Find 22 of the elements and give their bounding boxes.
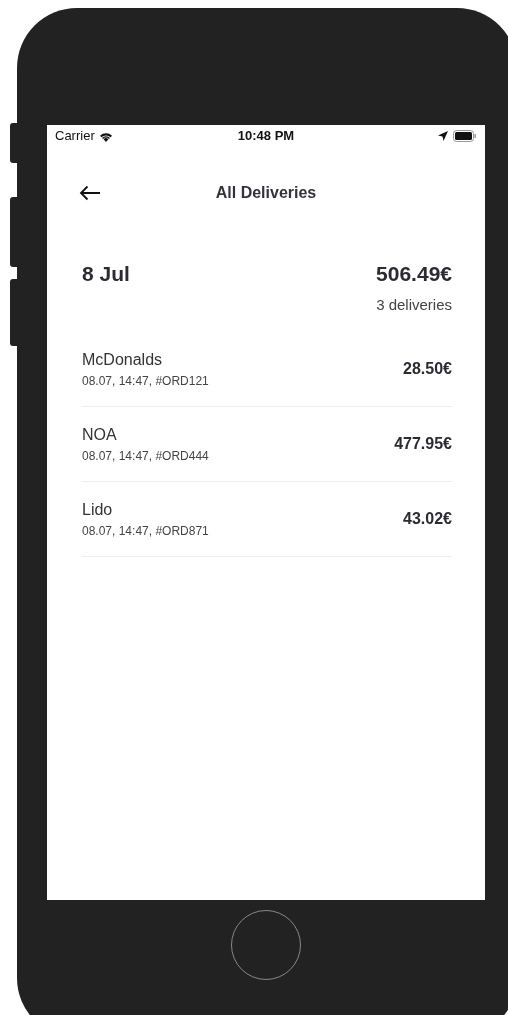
- wifi-icon: [98, 130, 113, 142]
- delivery-row[interactable]: Lido 08.07, 14:47, #ORD871 43.02€: [82, 482, 452, 557]
- delivery-row[interactable]: NOA 08.07, 14:47, #ORD444 477.95€: [82, 407, 452, 482]
- restaurant-name: Lido: [82, 500, 114, 520]
- delivery-amount: 28.50€: [403, 359, 452, 379]
- location-arrow-icon: [438, 131, 448, 141]
- order-details: 08.07, 14:47, #ORD444: [82, 448, 209, 465]
- delivery-count: 3 deliveries: [376, 294, 452, 315]
- restaurant-name: NOA: [82, 425, 118, 445]
- delivery-amount: 477.95€: [394, 434, 452, 454]
- delivery-row[interactable]: McDonalds 08.07, 14:47, #ORD121 28.50€: [82, 332, 452, 407]
- restaurant-name: McDonalds: [82, 350, 164, 370]
- day-total: 506.49€: [376, 261, 452, 287]
- back-arrow-icon: [79, 184, 101, 201]
- page-title: All Deliveries: [215, 182, 317, 203]
- day-date: 8 Jul: [82, 261, 130, 287]
- battery-icon: [453, 130, 477, 142]
- delivery-amount: 43.02€: [403, 509, 452, 529]
- carrier-label: Carrier: [55, 127, 95, 146]
- order-details: 08.07, 14:47, #ORD871: [82, 523, 209, 540]
- status-time: 10:48 PM: [237, 127, 295, 146]
- order-details: 08.07, 14:47, #ORD121: [82, 373, 209, 390]
